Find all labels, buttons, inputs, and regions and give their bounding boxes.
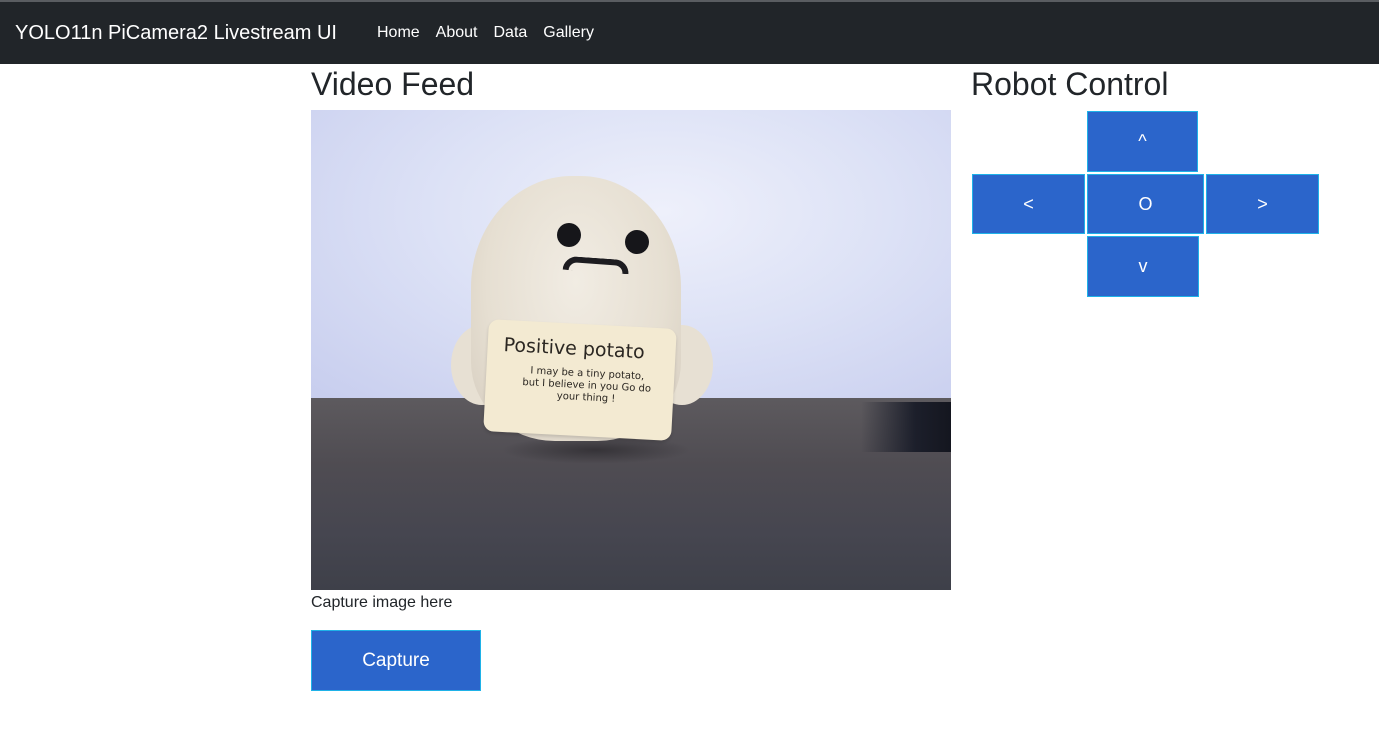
nav-link-data[interactable]: Data — [485, 24, 535, 42]
capture-button[interactable]: Capture — [311, 630, 481, 691]
potato-sign: Positive potato I may be a tiny potato, … — [483, 319, 677, 441]
capture-caption: Capture image here — [311, 594, 453, 611]
nav-link-gallery[interactable]: Gallery — [535, 24, 602, 42]
feed-dark-object — [861, 402, 951, 452]
nav-link-about[interactable]: About — [428, 24, 486, 42]
video-feed-image: Positive potato I may be a tiny potato, … — [311, 110, 951, 590]
potato-left-eye — [557, 223, 581, 247]
potato-right-eye — [625, 230, 649, 254]
move-down-button[interactable]: v — [1087, 236, 1199, 297]
robot-control-heading: Robot Control — [971, 66, 1169, 102]
stop-button[interactable]: O — [1087, 174, 1204, 234]
move-right-button[interactable]: > — [1206, 174, 1319, 234]
move-left-button[interactable]: < — [972, 174, 1085, 234]
brand-link[interactable]: YOLO11n PiCamera2 Livestream UI — [15, 22, 337, 45]
sign-title: Positive potato — [503, 333, 646, 364]
nav-links: Home About Data Gallery — [369, 24, 602, 42]
nav-link-home[interactable]: Home — [369, 24, 428, 42]
video-feed-heading: Video Feed — [311, 66, 475, 102]
sign-text: I may be a tiny potato, but I believe in… — [522, 365, 652, 405]
navbar: YOLO11n PiCamera2 Livestream UI Home Abo… — [0, 2, 1379, 64]
move-up-button[interactable]: ^ — [1087, 111, 1198, 172]
